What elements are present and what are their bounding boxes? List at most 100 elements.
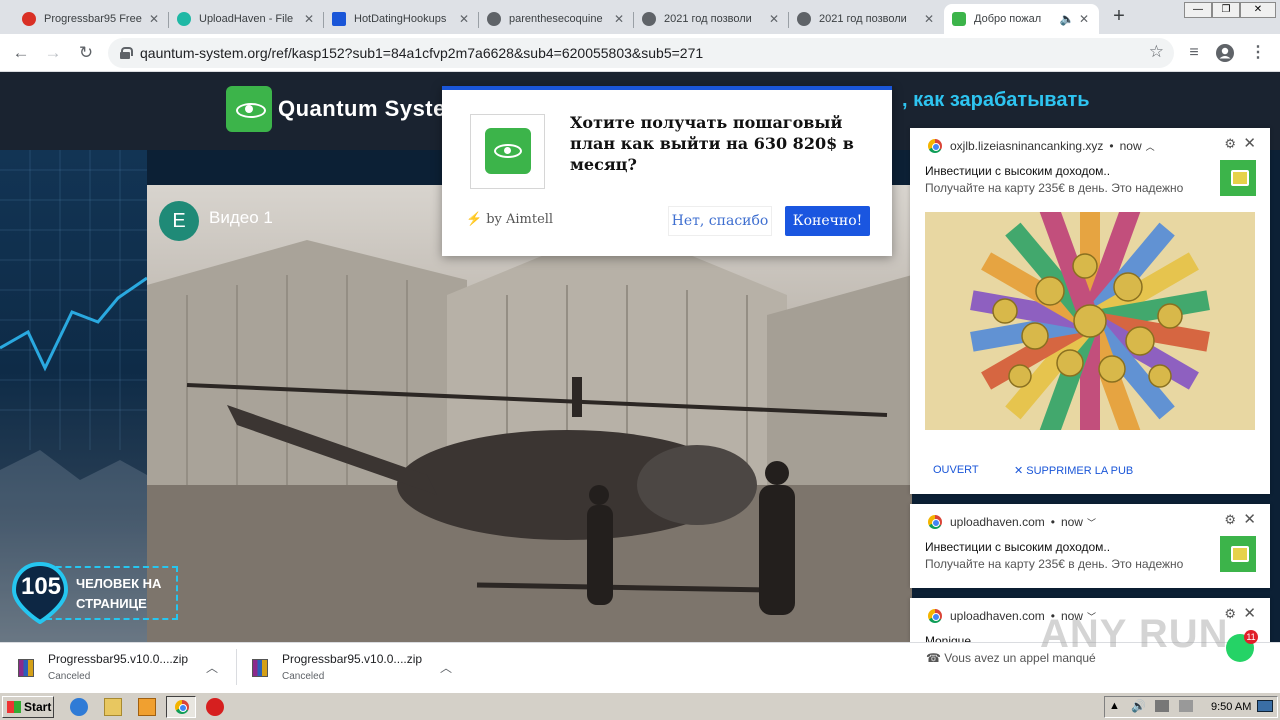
accept-button[interactable]: Конечно! <box>785 206 870 236</box>
back-icon[interactable]: ← <box>10 42 32 64</box>
tab-hotdating[interactable]: HotDatingHookups ✕ <box>324 4 479 34</box>
show-desktop-icon[interactable] <box>1257 700 1273 712</box>
video-title[interactable]: Видео 1 <box>209 208 273 228</box>
chevron-up-icon[interactable]: ︿ <box>440 659 452 676</box>
system-tray: ▲ 🔊 9:50 AM <box>1104 696 1278 718</box>
close-icon[interactable]: ✕ <box>767 12 781 26</box>
security-icon[interactable] <box>1179 700 1193 712</box>
gear-icon[interactable]: ⚙ <box>1224 136 1236 152</box>
chevron-up-icon[interactable]: ▲ <box>1109 700 1120 712</box>
close-icon[interactable]: ✕ <box>922 12 936 26</box>
notification-time: now <box>1060 515 1083 529</box>
media-control-icon[interactable]: ≡ <box>1184 43 1204 63</box>
globe-icon <box>797 12 811 26</box>
gear-icon[interactable]: ⚙ <box>1224 512 1236 528</box>
chevron-up-icon[interactable]: ︿ <box>1146 140 1155 153</box>
folder-icon[interactable] <box>104 698 122 716</box>
profile-icon[interactable] <box>1215 43 1235 63</box>
archive-icon <box>18 659 34 677</box>
network-icon[interactable] <box>1155 700 1169 712</box>
maximize-button[interactable]: ❐ <box>1212 2 1240 18</box>
close-window-button[interactable]: ✕ <box>1240 2 1276 18</box>
close-icon[interactable]: ✕ <box>612 12 626 26</box>
chrome-icon <box>175 700 189 714</box>
download-status: Canceled <box>48 671 91 682</box>
tab-2021-b[interactable]: 2021 год позволи ✕ <box>789 4 944 34</box>
close-icon[interactable]: ✕ <box>147 12 161 26</box>
prompt-credit: ⚡ by Aimtell <box>466 212 553 227</box>
download-filename[interactable]: Progressbar95.v10.0....zip <box>282 652 422 666</box>
globe-icon <box>642 12 656 26</box>
tab-title: 2021 год позволи <box>819 13 907 25</box>
notification-thumbnail <box>1220 160 1256 196</box>
money-image <box>925 212 1255 430</box>
open-button[interactable]: OUVERT <box>933 464 979 476</box>
ie-icon[interactable] <box>70 698 88 716</box>
tab-title: UploadHaven - File <box>199 13 294 25</box>
tab-title: 2021 год позволи <box>664 13 752 25</box>
bookmark-star-icon[interactable]: ☆ <box>1149 42 1164 62</box>
chevron-down-icon[interactable]: ﹀ <box>1087 516 1096 529</box>
chrome-icon <box>928 609 942 623</box>
lock-icon[interactable] <box>120 47 133 59</box>
uploadhaven-icon <box>177 12 191 26</box>
channel-avatar[interactable]: E <box>159 201 199 241</box>
notification-body: ☎ Vous avez un appel manqué <box>926 651 1102 665</box>
tab-parenthese[interactable]: parenthesecoquine ✕ <box>479 4 634 34</box>
quantum-icon <box>952 12 966 26</box>
notification-card[interactable]: uploadhaven.com • now ﹀ ⚙ ✕ Инвестиции с… <box>910 504 1270 588</box>
chat-badge: 11 <box>1244 630 1258 644</box>
url-text[interactable]: qauntum-system.org/ref/kasp152?sub1=84a1… <box>140 45 703 61</box>
site-headline: , как зарабатывать <box>902 89 1090 111</box>
notification-source: oxjlb.lizeiasninancanking.xyz <box>950 139 1104 153</box>
minimize-button[interactable]: — <box>1184 2 1212 18</box>
clock[interactable]: 9:50 AM <box>1211 701 1251 713</box>
forward-icon[interactable]: → <box>42 42 64 64</box>
chrome-icon <box>928 139 942 153</box>
notification-thumbnail <box>1220 536 1256 572</box>
close-icon[interactable]: ✕ <box>457 12 471 26</box>
notification-body: Получайте на карту 235€ в день. Это наде… <box>925 557 1184 571</box>
notification-title: Инвестиции с высоким доходом.. <box>925 540 1111 554</box>
download-status: Canceled <box>282 671 325 682</box>
start-label: Start <box>24 700 52 714</box>
close-icon[interactable]: ✕ <box>1243 510 1256 528</box>
tab-2021-a[interactable]: 2021 год позволи ✕ <box>634 4 789 34</box>
progressbar-icon <box>22 12 36 26</box>
chevron-up-icon[interactable]: ︿ <box>206 659 218 676</box>
start-button[interactable]: Start <box>2 696 54 718</box>
close-icon[interactable]: ✕ <box>302 12 316 26</box>
notification-title: Инвестиции с высоким доходом.. <box>925 164 1111 178</box>
remove-ad-label: SUPPRIMER LA PUB <box>1026 465 1134 477</box>
bolt-icon: ⚡ <box>466 212 483 227</box>
tab-uploadhaven[interactable]: UploadHaven - File ✕ <box>169 4 324 34</box>
menu-kebab-icon[interactable]: ⋮ <box>1248 43 1268 63</box>
tab-title: HotDatingHookups <box>354 13 447 25</box>
decline-button[interactable]: Нет, спасибо <box>668 206 772 236</box>
site-name: Quantum System <box>278 96 466 121</box>
chrome-icon <box>928 515 942 529</box>
download-item[interactable]: Progressbar95.v10.0....zip Canceled ︿ <box>0 649 225 689</box>
tab-quantum-active[interactable]: Добро пожал 🔈 ✕ <box>944 4 1099 34</box>
stop-icon[interactable] <box>206 698 224 716</box>
close-icon[interactable]: ✕ <box>1243 604 1256 622</box>
notification-card[interactable]: oxjlb.lizeiasninancanking.xyz • now ︿ ⚙ … <box>910 128 1270 494</box>
audio-icon[interactable]: 🔈 <box>1057 12 1077 26</box>
new-tab-button[interactable]: + <box>1108 6 1130 28</box>
notification-header: uploadhaven.com • now ﹀ <box>928 514 1096 530</box>
media-player-icon[interactable] <box>138 698 156 716</box>
address-bar[interactable]: qauntum-system.org/ref/kasp152?sub1=84a1… <box>108 38 1174 68</box>
close-icon[interactable]: ✕ <box>1243 134 1256 152</box>
volume-icon[interactable]: 🔊 <box>1131 699 1146 713</box>
prompt-message: Хотите получать пошаговый план как выйти… <box>570 113 854 174</box>
close-icon[interactable]: ✕ <box>1077 12 1091 26</box>
close-icon: ✕ <box>1014 465 1027 477</box>
notification-source: uploadhaven.com <box>950 609 1045 623</box>
reload-icon[interactable]: ↻ <box>75 42 97 64</box>
tab-progressbar[interactable]: Progressbar95 Free ✕ <box>14 4 169 34</box>
remove-ad-button[interactable]: ✕ SUPPRIMER LA PUB <box>1014 464 1133 477</box>
download-filename[interactable]: Progressbar95.v10.0....zip <box>48 652 188 666</box>
download-item[interactable]: Progressbar95.v10.0....zip Canceled ︿ <box>234 649 459 689</box>
chrome-taskbar-button[interactable] <box>166 696 196 718</box>
hotdating-icon <box>332 12 346 26</box>
